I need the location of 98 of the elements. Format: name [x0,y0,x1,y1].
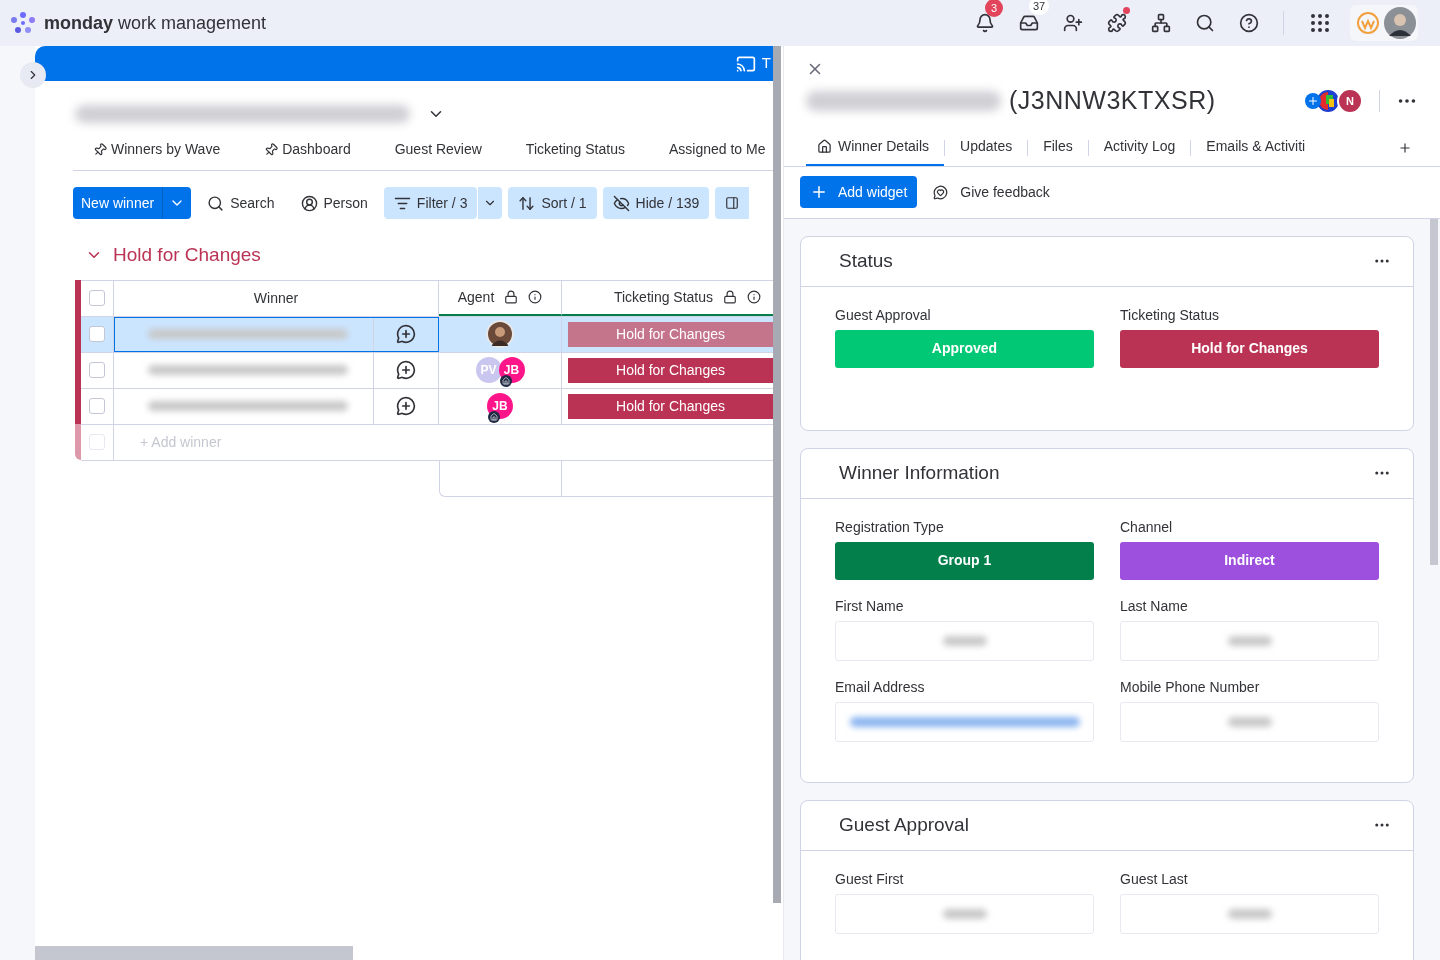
plus-icon [810,183,828,201]
column-header: Agent [457,287,495,307]
status-label[interactable]: Hold for Changes [568,393,773,419]
inbox-icon[interactable] [1019,13,1039,33]
field-label: Guest Approval [835,305,932,325]
feedback-button[interactable]: Give feedback [933,181,1050,203]
group-title[interactable]: Hold for Changes [113,241,261,270]
hierarchy-icon[interactable] [1151,13,1171,33]
panel-icon[interactable] [715,187,750,219]
horizontal-scrollbar[interactable] [35,946,353,960]
checkbox[interactable] [89,362,105,378]
tab[interactable]: Winner Details [806,129,945,166]
feedback-icon [933,184,949,200]
view-tab[interactable]: Dashboard [264,139,351,160]
sort-icon [518,194,536,212]
status-field[interactable]: Indirect [1120,541,1379,580]
eye-off-icon [612,194,630,212]
field-label: Registration Type [835,517,945,537]
field-label: Ticketing Status [1120,305,1221,325]
search-icon[interactable] [1195,13,1215,33]
widget-title: Guest Approval [839,812,970,837]
field-label: Email Address [835,677,926,697]
search-icon [207,194,225,212]
blurred-text [1227,716,1272,727]
header-text: T [761,53,771,74]
brand-name: monday work management [44,11,267,35]
puzzle-icon[interactable] [1107,13,1127,33]
input-field[interactable] [835,701,1094,742]
view-tab[interactable]: Ticketing Status [525,139,625,160]
table-row[interactable]: JB Hold for Changes [81,388,773,425]
add-tab-icon[interactable] [1398,140,1412,155]
field-label: Last Name [1120,596,1189,616]
inbox-count: 37 [1029,0,1050,15]
column-header: Winner [114,280,439,316]
tab[interactable]: Activity Log [1088,129,1191,166]
view-tab[interactable]: Guest Review [394,139,482,160]
widget-title: Status [839,248,894,273]
avatar: N [1337,87,1363,114]
column-header: Ticketing Status [613,287,714,307]
new-item-button[interactable]: New winner [73,187,192,219]
lock-icon [723,290,738,304]
info-icon [747,290,762,304]
checkbox[interactable] [89,326,105,342]
add-update-icon[interactable] [396,360,416,380]
invite-icon[interactable] [1063,13,1083,33]
tab[interactable]: Updates [945,129,1028,166]
lock-icon [504,290,519,304]
team-avatar [1317,89,1339,112]
scrollbar[interactable] [1430,218,1438,565]
blurred-text [1227,635,1272,646]
field-label: Guest Last [1120,869,1189,889]
field-label: Channel [1120,517,1174,537]
item-title: (J3NNW3KTXSR) [1009,85,1216,116]
apps-menu-icon[interactable] [1308,11,1332,35]
add-update-icon[interactable] [396,324,416,344]
scrollbar[interactable] [773,46,781,903]
logo-icon [10,11,36,35]
widget-title: Winner Information [839,460,1001,485]
input-field[interactable] [1120,701,1379,742]
checkbox[interactable] [89,398,105,414]
status-field[interactable]: Hold for Changes [1120,329,1379,368]
toolbar-button[interactable]: Search [197,187,285,219]
status-label[interactable]: Hold for Changes [568,357,773,383]
notification-count: 3 [985,0,1003,17]
field-label: Guest First [835,869,905,889]
blurred-text [942,908,987,919]
avatar: PV [475,357,502,383]
home-icon [817,139,832,154]
user-avatar[interactable] [1384,7,1416,39]
info-icon [528,290,543,304]
tab[interactable]: Emails & Activiti [1191,129,1321,166]
add-widget-button[interactable]: Add widget [800,176,918,208]
help-icon[interactable] [1239,13,1259,33]
toolbar-button[interactable]: Filter / 3 [383,187,478,219]
add-update-icon[interactable] [396,396,416,416]
avatar: JB [487,393,513,419]
status-field[interactable]: Group 1 [835,541,1094,580]
sidebar-toggle[interactable] [20,62,46,88]
toolbar-button[interactable]: Sort / 1 [508,187,597,219]
avatar [486,320,514,348]
checkbox[interactable] [89,290,105,306]
input-field[interactable] [835,620,1094,661]
input-field[interactable] [1120,893,1379,934]
person-icon [300,194,318,212]
input-field[interactable] [835,893,1094,934]
view-tab[interactable]: Winners by Wave [93,139,221,160]
table-row[interactable]: PV JB Hold for Changes [81,352,773,389]
toolbar-button[interactable]: Hide / 139 [602,187,710,219]
field-label: Mobile Phone Number [1120,677,1261,697]
input-field[interactable] [1120,620,1379,661]
field-label: First Name [835,596,905,616]
tab[interactable]: Files [1028,129,1088,166]
toolbar-button[interactable]: Person [290,187,378,219]
add-subscriber-icon[interactable] [1305,92,1321,109]
blurred-text [1227,908,1272,919]
view-tab[interactable]: Assigned to Me [668,139,766,160]
notifications-icon[interactable] [975,13,995,33]
blurred-text [942,635,987,646]
